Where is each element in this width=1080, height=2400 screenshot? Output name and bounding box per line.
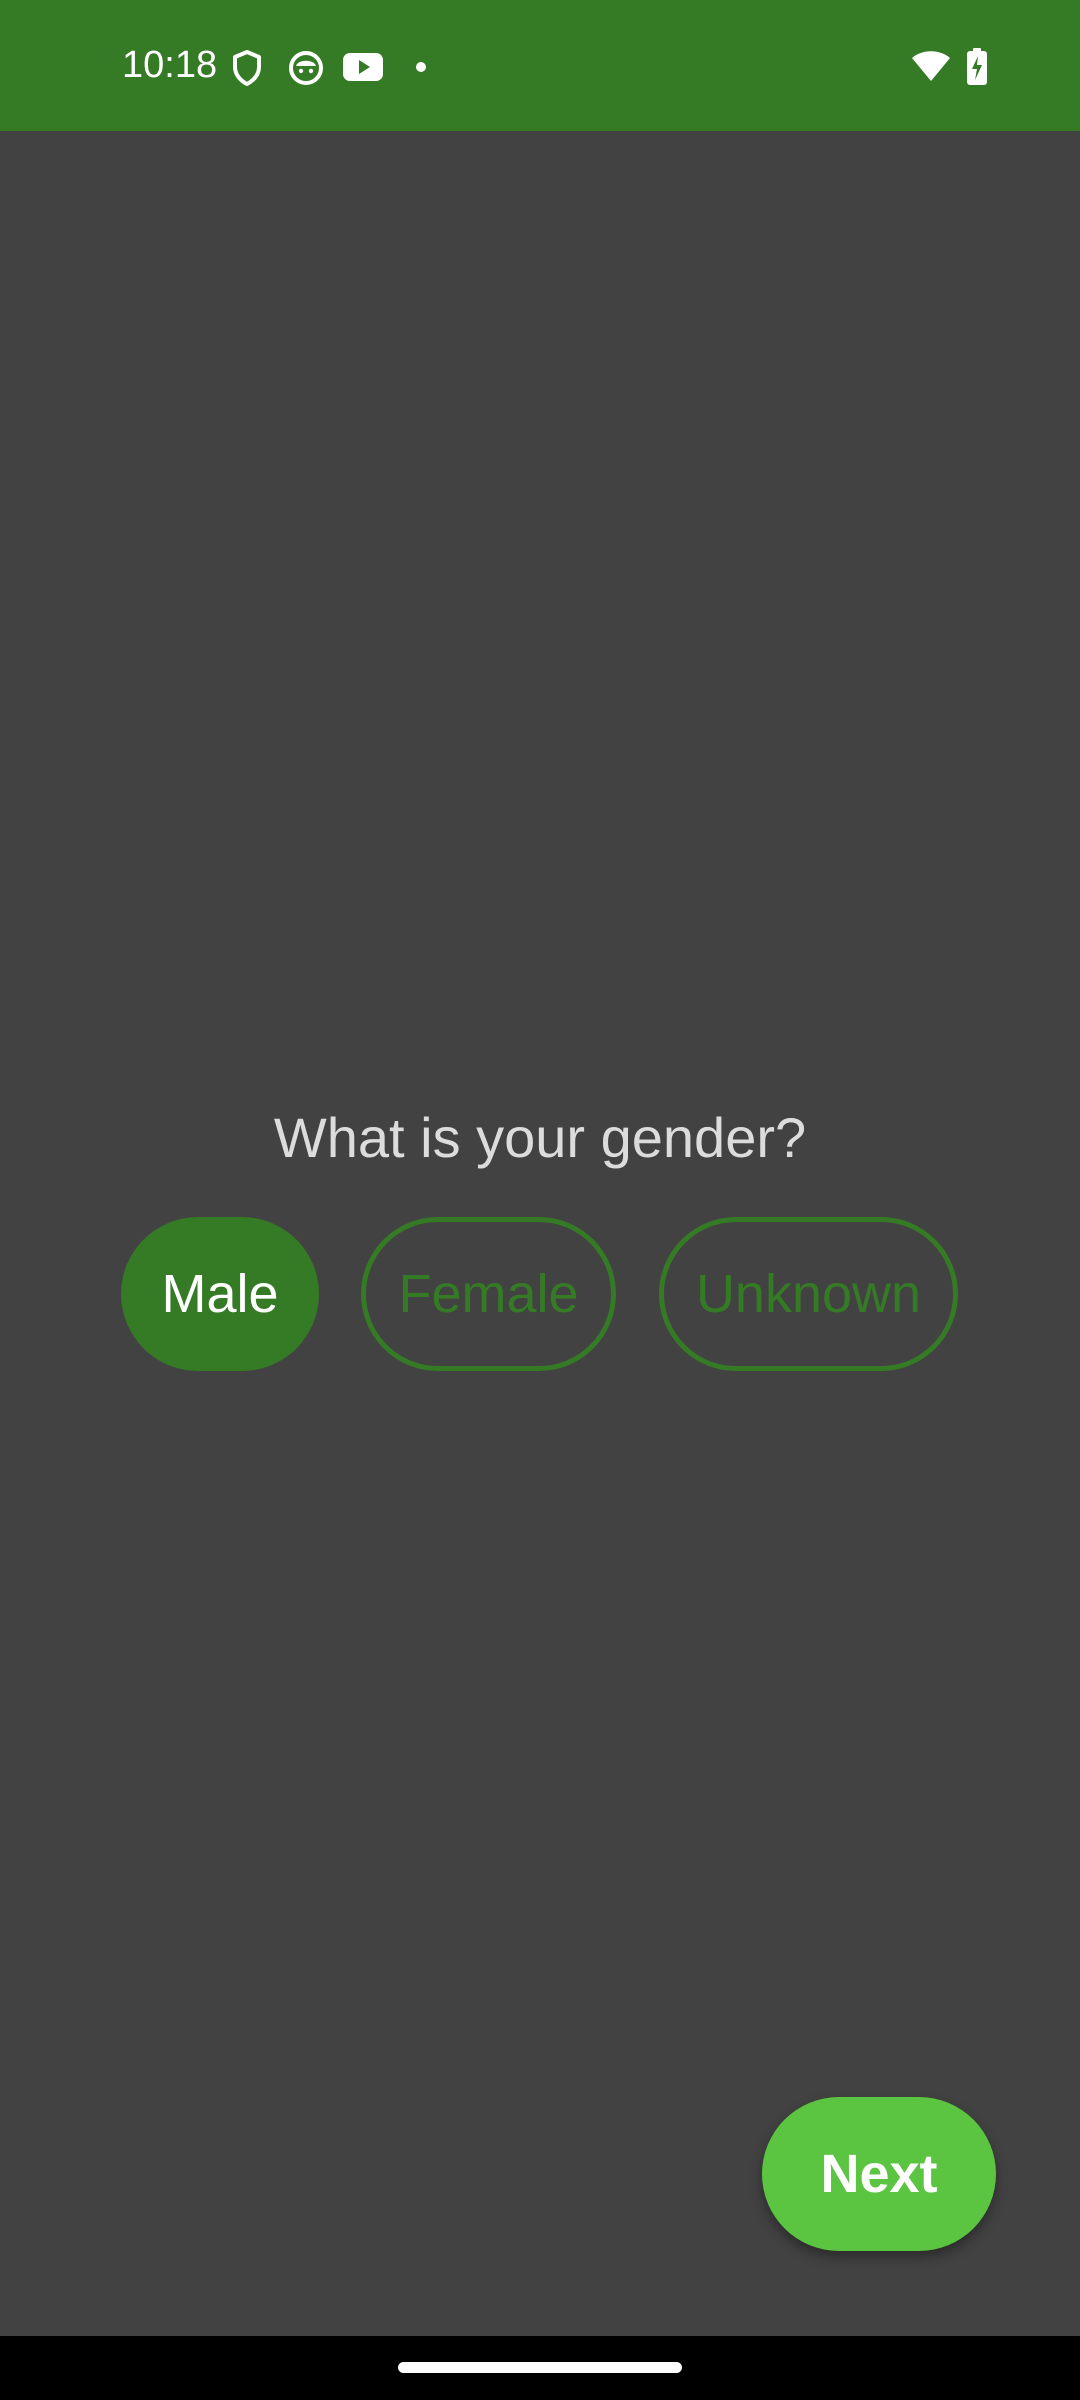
status-bar: 10:18	[0, 0, 1080, 131]
gender-option-female[interactable]: Female	[361, 1217, 616, 1371]
question-text: What is your gender?	[273, 1106, 807, 1169]
youtube-icon	[343, 53, 383, 81]
gender-option-male[interactable]: Male	[121, 1217, 319, 1371]
wifi-icon	[912, 51, 950, 81]
shield-icon	[233, 50, 261, 86]
gender-option-unknown[interactable]: Unknown	[659, 1217, 958, 1371]
status-time: 10:18	[122, 44, 218, 86]
battery-charging-icon	[967, 48, 987, 85]
next-button[interactable]: Next	[762, 2097, 996, 2251]
dot-icon	[416, 62, 426, 72]
home-gesture-handle[interactable]	[398, 2362, 682, 2373]
cat-face-icon	[289, 51, 323, 85]
